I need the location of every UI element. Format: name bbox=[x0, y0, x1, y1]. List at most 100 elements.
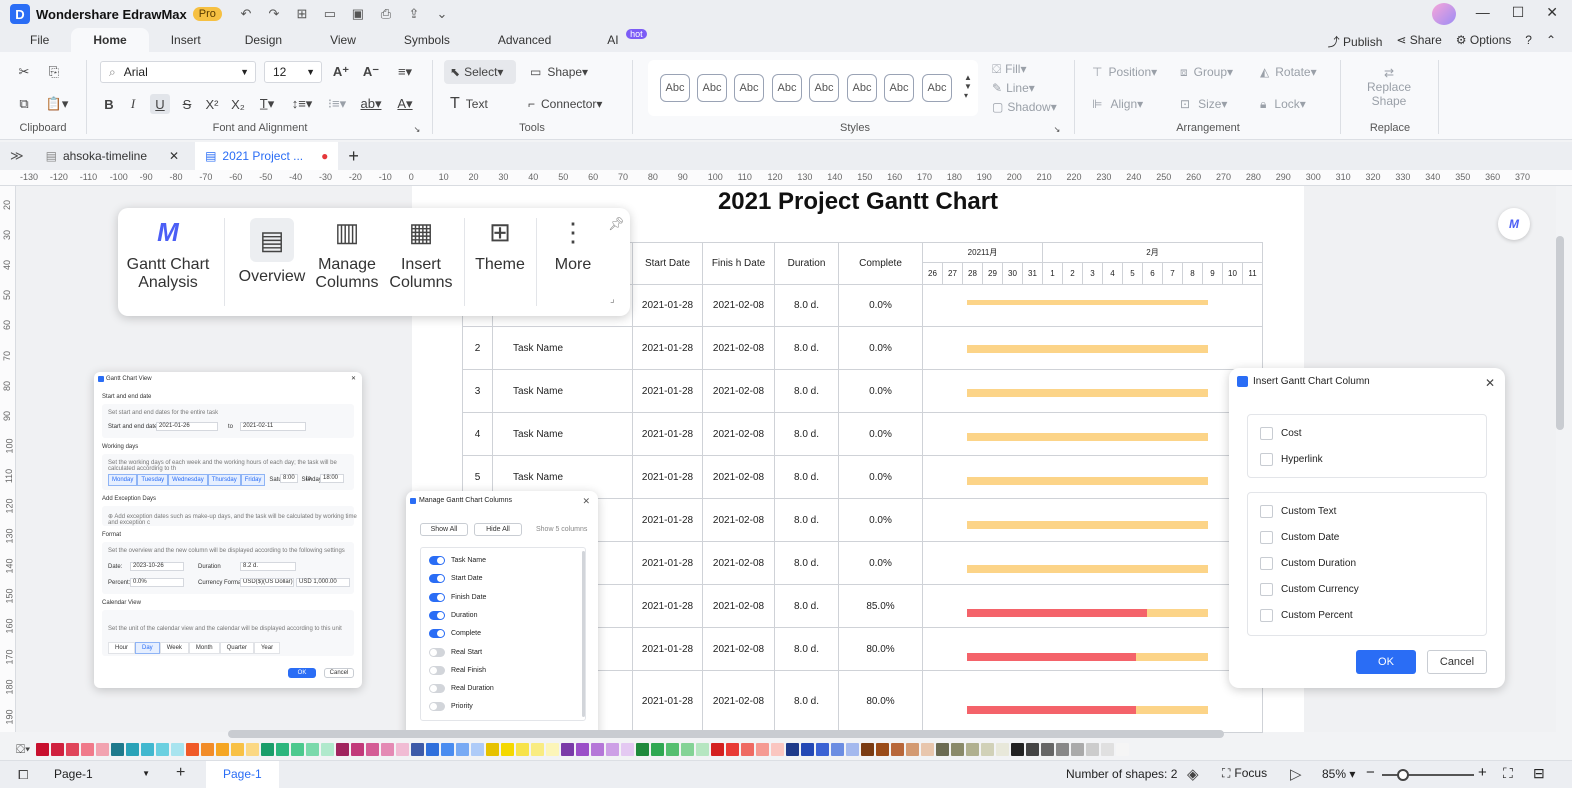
color-swatch[interactable] bbox=[366, 742, 380, 756]
toggle-switch[interactable] bbox=[429, 665, 445, 675]
calendar-unit-option[interactable]: Week bbox=[159, 642, 189, 654]
finish-cell[interactable]: 2021-02-08 bbox=[702, 369, 775, 413]
zoom-slider-track[interactable] bbox=[1382, 774, 1474, 776]
style-swatch[interactable]: Abc bbox=[660, 74, 690, 102]
color-swatch[interactable] bbox=[981, 742, 995, 756]
color-swatch[interactable] bbox=[126, 742, 140, 756]
doc-tab-ahsoka[interactable]: ▤ ahsoka-timeline ✕ bbox=[36, 142, 189, 170]
start-cell[interactable]: 2021-01-28 bbox=[632, 326, 703, 370]
theme-button[interactable]: ⊞ Theme bbox=[468, 208, 532, 308]
tab-view[interactable]: View bbox=[304, 28, 382, 52]
view-cancel-button[interactable]: Cancel bbox=[324, 668, 354, 678]
checkbox-row[interactable]: Custom Text bbox=[1260, 505, 1336, 518]
style-swatch[interactable]: Abc bbox=[884, 74, 914, 102]
date-format-select[interactable]: 2023-10-26 bbox=[130, 562, 184, 571]
toggle-switch[interactable] bbox=[429, 647, 445, 657]
start-cell[interactable]: 2021-01-28 bbox=[632, 627, 703, 671]
duration-cell[interactable]: 8.0 d. bbox=[774, 627, 839, 671]
checkbox[interactable] bbox=[1260, 453, 1273, 466]
position-button[interactable]: ⊤ Position ▾ bbox=[1092, 62, 1164, 82]
ai-assistant-icon[interactable]: M bbox=[1498, 208, 1530, 240]
color-swatch[interactable] bbox=[246, 742, 260, 756]
font-color-icon[interactable]: A▾ bbox=[392, 94, 418, 114]
work-start-field[interactable]: 8:00 bbox=[280, 474, 298, 483]
checkbox-row[interactable]: Custom Date bbox=[1260, 531, 1339, 544]
color-swatch[interactable] bbox=[786, 742, 800, 756]
color-swatch[interactable] bbox=[831, 742, 845, 756]
calendar-unit-option[interactable]: Year bbox=[253, 642, 281, 654]
fill-button[interactable]: ⛋ Fill ▾ bbox=[992, 60, 1042, 78]
checkbox-row[interactable]: Custom Percent bbox=[1260, 609, 1353, 622]
toggle-switch[interactable] bbox=[429, 574, 445, 584]
color-swatch[interactable] bbox=[51, 742, 65, 756]
horizontal-scrollbar[interactable] bbox=[228, 730, 1224, 738]
fit-page-icon[interactable]: ⛶ bbox=[1503, 765, 1513, 782]
color-swatch[interactable] bbox=[726, 742, 740, 756]
color-swatch[interactable] bbox=[96, 742, 110, 756]
align-button[interactable]: ⊫ Align ▾ bbox=[1092, 94, 1158, 114]
finish-cell[interactable]: 2021-02-08 bbox=[702, 627, 775, 671]
complete-cell[interactable]: 0.0% bbox=[838, 369, 923, 413]
calendar-unit-option[interactable]: Month bbox=[188, 642, 220, 654]
percent-format-select[interactable]: 0.0% bbox=[130, 578, 184, 587]
duration-cell[interactable]: 8.0 d. bbox=[774, 412, 839, 456]
color-swatch[interactable] bbox=[921, 742, 935, 756]
resize-handle-icon[interactable]: ⌟ bbox=[610, 294, 615, 305]
close-icon[interactable]: ✕ bbox=[351, 375, 356, 382]
publish-button[interactable]: ⤴ Publish bbox=[1328, 33, 1383, 50]
view-ok-button[interactable]: OK bbox=[288, 668, 316, 678]
color-swatch[interactable] bbox=[171, 742, 185, 756]
duration-cell[interactable]: 8.0 d. bbox=[774, 498, 839, 542]
export-icon[interactable]: ⇪ bbox=[404, 4, 424, 24]
color-swatch[interactable] bbox=[186, 742, 200, 756]
color-swatch[interactable] bbox=[1041, 742, 1055, 756]
superscript-icon[interactable]: X² bbox=[202, 94, 222, 114]
layers-icon[interactable]: ◈ bbox=[1187, 765, 1199, 783]
color-swatch[interactable] bbox=[291, 742, 305, 756]
color-swatch[interactable] bbox=[681, 742, 695, 756]
color-swatch[interactable] bbox=[1086, 742, 1100, 756]
color-swatch[interactable] bbox=[996, 742, 1010, 756]
color-swatch[interactable] bbox=[816, 742, 830, 756]
fill-bucket-icon[interactable]: ⛋▾ bbox=[16, 742, 30, 757]
checkbox[interactable] bbox=[1260, 609, 1273, 622]
style-swatch[interactable]: Abc bbox=[697, 74, 727, 102]
color-swatch[interactable] bbox=[696, 742, 710, 756]
customize-quick-access-icon[interactable]: ⌄ bbox=[432, 4, 452, 24]
end-date-field[interactable]: 2021-02-11 bbox=[240, 422, 306, 431]
complete-cell[interactable]: 0.0% bbox=[838, 412, 923, 456]
underline-icon[interactable]: U bbox=[150, 94, 170, 114]
color-swatch[interactable] bbox=[351, 742, 365, 756]
line-button[interactable]: ✎ Line ▾ bbox=[992, 79, 1042, 97]
color-swatch[interactable] bbox=[561, 742, 575, 756]
options-button[interactable]: ⚙ Options bbox=[1456, 33, 1511, 50]
zoom-select[interactable]: 85% ▾ bbox=[1322, 767, 1355, 781]
connector-button[interactable]: ⌐ Connector ▾ bbox=[528, 92, 620, 116]
tab-advanced[interactable]: Advanced bbox=[472, 28, 577, 52]
start-cell[interactable]: 2021-01-28 bbox=[632, 412, 703, 456]
color-swatch[interactable] bbox=[156, 742, 170, 756]
color-swatch[interactable] bbox=[636, 742, 650, 756]
close-window-icon[interactable]: ✕ bbox=[1546, 4, 1558, 21]
start-date-field[interactable]: 2021-01-26 bbox=[156, 422, 218, 431]
style-swatch[interactable]: Abc bbox=[772, 74, 802, 102]
color-swatch[interactable] bbox=[711, 742, 725, 756]
hide-all-button[interactable]: Hide All bbox=[474, 523, 522, 536]
color-swatch[interactable] bbox=[606, 742, 620, 756]
add-exception-row[interactable]: ⊕ Add exception dates such as make-up da… bbox=[108, 513, 362, 526]
work-end-field[interactable]: 18:00 bbox=[320, 474, 344, 483]
zoom-in-icon[interactable]: + bbox=[1478, 764, 1487, 781]
color-swatch[interactable] bbox=[951, 742, 965, 756]
font-family-select[interactable]: ⌕ Arial ▼ bbox=[100, 61, 256, 83]
color-swatch[interactable] bbox=[651, 742, 665, 756]
group-button[interactable]: ⧈ Group ▾ bbox=[1180, 62, 1246, 82]
color-swatch[interactable] bbox=[1116, 742, 1130, 756]
undo-icon[interactable]: ↶ bbox=[236, 4, 256, 24]
color-swatch[interactable] bbox=[771, 742, 785, 756]
finish-cell[interactable]: 2021-02-08 bbox=[702, 326, 775, 370]
color-swatch[interactable] bbox=[531, 742, 545, 756]
style-swatch[interactable]: Abc bbox=[922, 74, 952, 102]
minimize-icon[interactable]: — bbox=[1476, 4, 1490, 21]
duration-cell[interactable]: 8.0 d. bbox=[774, 541, 839, 585]
font-size-select[interactable]: 12 ▼ bbox=[264, 61, 322, 83]
